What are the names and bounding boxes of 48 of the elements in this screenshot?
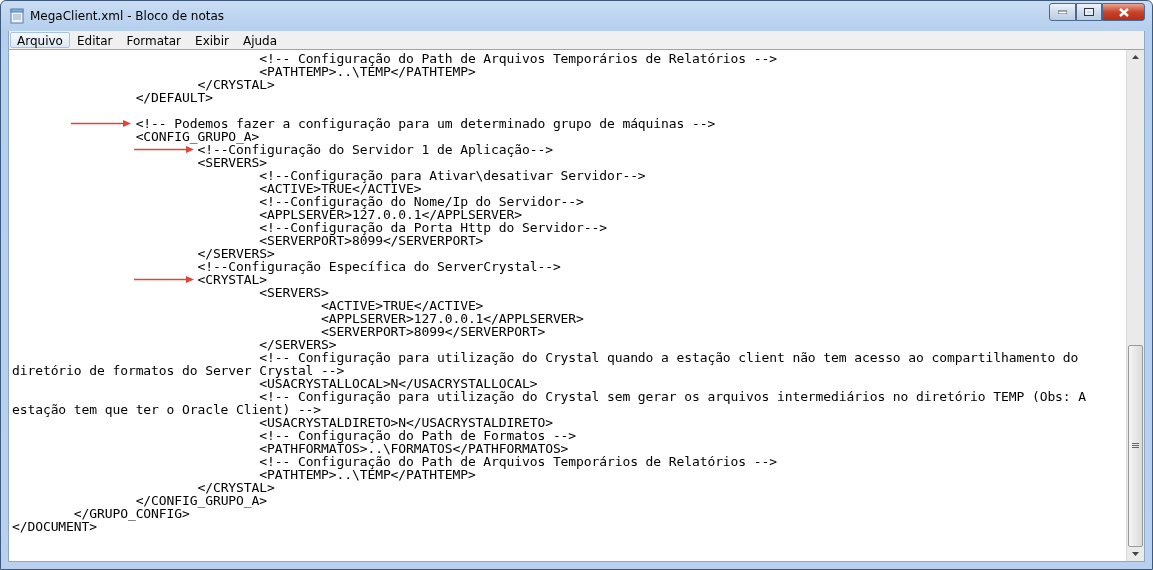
code-line: </CRYSTAL> [196,77,275,92]
code-line: </DOCUMENT> [12,519,97,534]
code-line: <CONFIG_GRUPO_A> [134,129,260,144]
code-line: <CRYSTAL> [196,272,267,287]
code-line: </CRYSTAL> [196,480,275,495]
maximize-icon [1084,8,1094,16]
menu-item[interactable]: Formatar [119,32,189,48]
code-line: <APPLSERVER>127.0.0.1</APPLSERVER> [320,311,584,326]
menu-item[interactable]: Exibir [188,32,236,48]
code-line: <!--Configuração para Ativar\desativar Servidor--> [258,168,646,183]
close-icon [1118,7,1129,17]
menu-item[interactable]: Ajuda [235,32,285,48]
scroll-down-icon[interactable] [1132,552,1139,556]
menu-item[interactable]: Arquivo [10,32,70,48]
code-line: <!-- Configuração do Path de Formatos --> [258,428,577,443]
scrollbar[interactable] [1126,50,1144,561]
code-line: </SERVERS> [196,246,275,261]
code-line: <PATHTEMP>..\TEMP</PATHTEMP> [258,467,476,482]
code-line: <SERVERS> [258,285,329,300]
grip-icon [1132,443,1139,449]
code-line: estação tem que ter o Oracle Client) --> [12,402,322,417]
close-button[interactable] [1102,3,1145,21]
minimize-icon [1058,10,1067,14]
minimize-button[interactable] [1049,3,1076,21]
code-line: <!--Configuração Específica do ServerCrystal--> [196,259,561,274]
notepad-icon [10,8,24,24]
code-line: </SERVERS> [258,337,337,352]
menu-item[interactable]: Editar [69,32,120,48]
window-title: MegaClient.xml - Bloco de notas [30,9,226,23]
scroll-thumb[interactable] [1128,345,1143,547]
code-line: <!--Configuração do Servidor 1 de Aplicação--> [197,142,553,157]
code-line: <!-- Configuração para utilização do Crystal quando a estação client não tem acesso ao compartilhamento do [258,350,1079,365]
code-line: <SERVERPORT>8099</SERVERPORT> [320,324,546,339]
code-line: </DEFAULT> [134,90,213,105]
code-line: <USACRYSTALDIRETO>N</USACRYSTALDIRETO> [258,415,553,430]
code-line: <PATHTEMP>..\TEMP</PATHTEMP> [258,64,476,79]
maximize-button[interactable] [1076,3,1102,21]
code-line: <!--Configuração da Porta Http do Servidor--> [258,220,607,235]
code-line: <!-- Podemos fazer a configuração para um determinado grupo de máquinas --> [134,116,716,131]
code-line: <ACTIVE>TRUE</ACTIVE> [320,298,484,313]
code-line: </CONFIG_GRUPO_A> [134,493,267,508]
code-line: <!--Configuração do Nome/Ip do Servidor--> [258,194,584,209]
code-line: <!-- Configuração do Path de Arquivos Temporários de Relatórios --> [258,51,777,66]
code-line: <SERVERS> [196,155,267,170]
scroll-up-icon[interactable] [1132,55,1139,59]
code-line: </GRUPO_CONFIG> [72,506,190,521]
code-line: <!-- Configuração do Path de Arquivos Temporários de Relatórios --> [258,454,777,469]
code-line: <!-- Configuração para utilização do Crystal sem gerar os arquivos intermediários no diretório TEMP (Obs: A [258,389,1087,404]
